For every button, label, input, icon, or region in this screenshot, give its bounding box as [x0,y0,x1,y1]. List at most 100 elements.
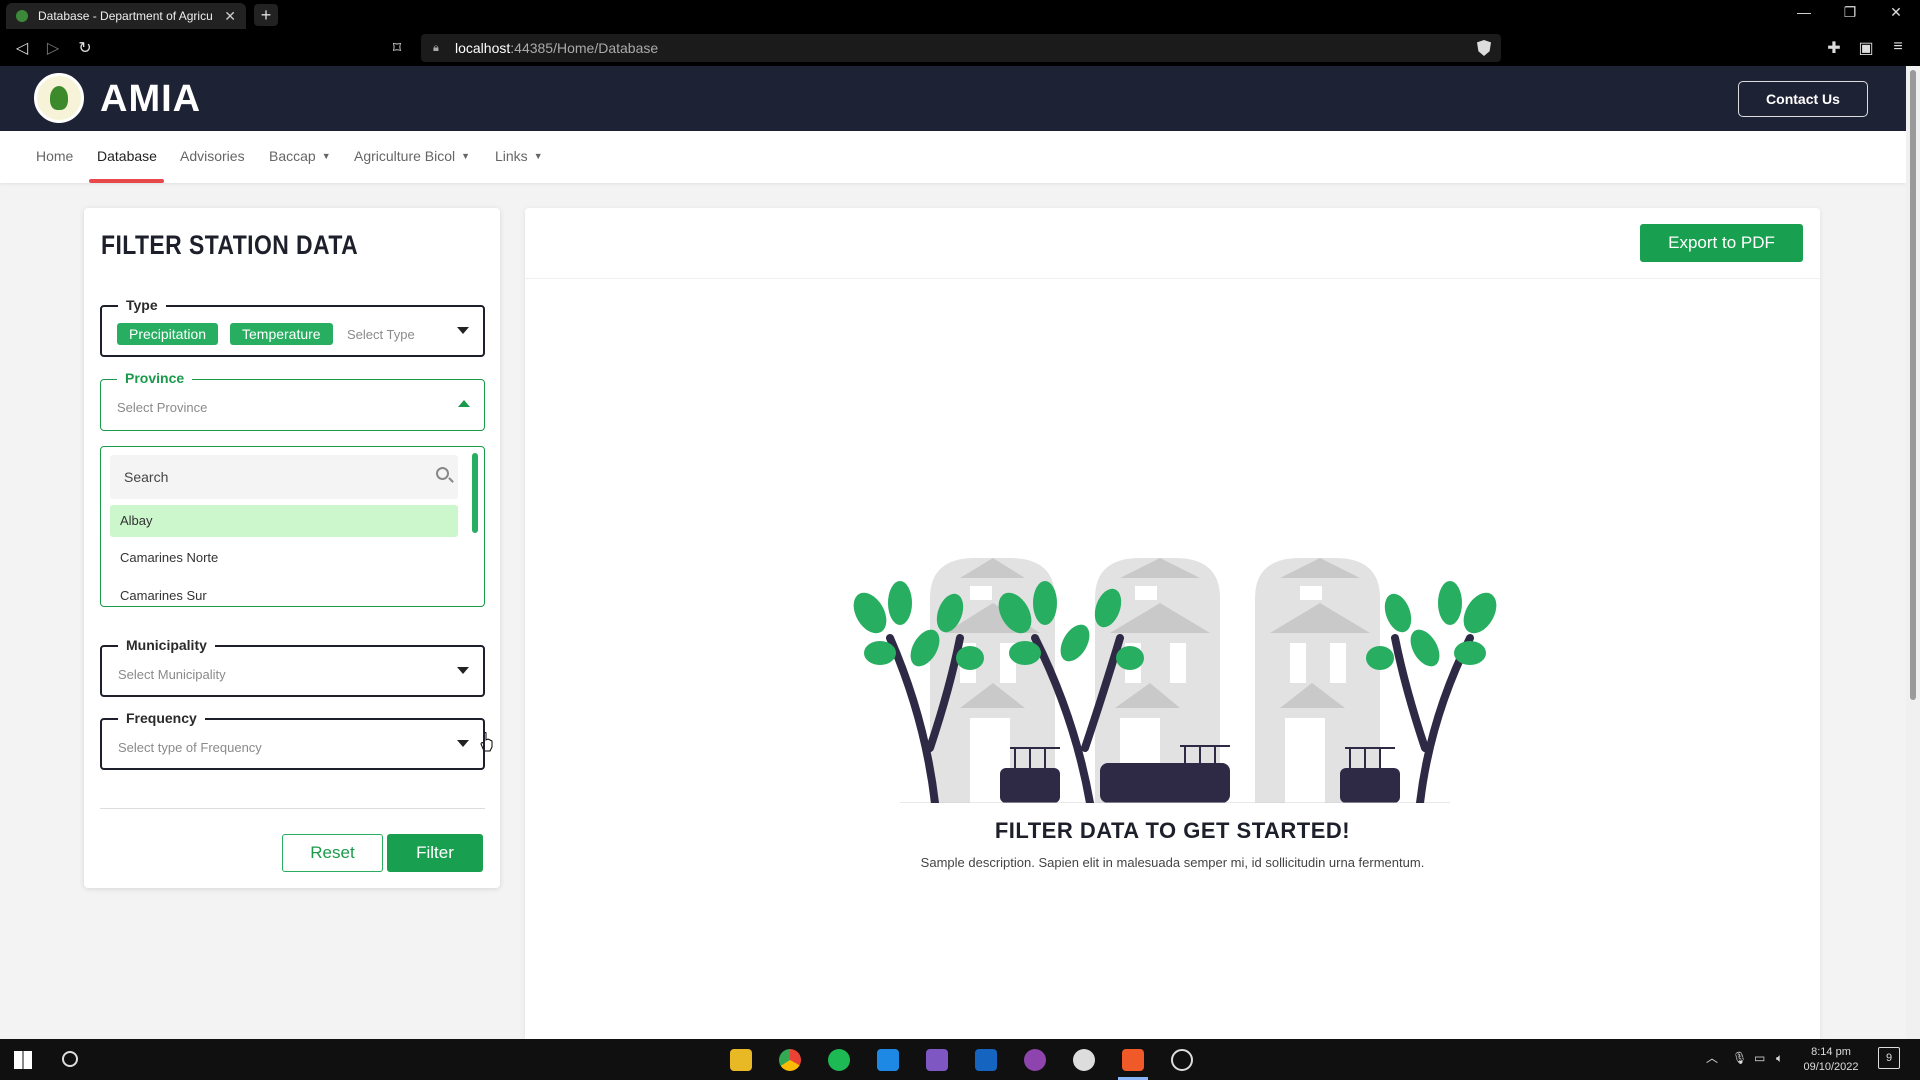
dropdown-scrollbar[interactable] [472,453,478,533]
site-favicon-icon [16,10,28,22]
reload-icon[interactable]: ↻ [75,38,95,58]
municipality-legend: Municipality [118,637,215,653]
minimize-icon[interactable]: — [1782,4,1826,20]
os-taskbar: ︿ 🎙︎ ▭ 🔈︎ 8:14 pm 09/10/2022 9 [0,1039,1920,1080]
brave-browser-icon[interactable] [1122,1049,1144,1071]
province-search-input[interactable] [110,455,458,499]
nav-baccap[interactable]: Baccap ▼ [269,148,331,164]
nav-database-label: Database [97,148,157,164]
page-scrollbar[interactable] [1906,66,1920,1039]
url-host: localhost [455,40,511,56]
divider [100,808,485,809]
agency-logo[interactable] [34,73,84,123]
contact-us-button[interactable]: Contact Us [1738,81,1868,117]
close-tab-icon[interactable]: ✕ [224,8,236,25]
frequency-placeholder: Select type of Frequency [118,740,262,755]
extensions-icon[interactable]: ✚ [1824,38,1844,58]
caret-down-icon: ▼ [533,151,543,161]
lock-icon: 🔒︎ [433,42,439,54]
filter-panel: FILTER STATION DATA Type Precipitation T… [84,208,500,888]
clock-time: 8:14 pm [1811,1046,1851,1058]
province-option[interactable]: Albay [110,505,458,537]
filter-button[interactable]: Filter [387,834,483,872]
nav-links-label: Links [495,148,528,164]
export-pdf-button[interactable]: Export to PDF [1640,224,1803,262]
url-path: :44385/Home/Database [510,40,659,56]
nav-agriculture-bicol-label: Agriculture Bicol [354,148,456,164]
empty-state-description: Sample description. Sapien elit in males… [920,855,1425,870]
powershell-icon[interactable] [975,1049,997,1071]
type-chip[interactable]: Temperature [230,323,333,345]
nav-home[interactable]: Home [36,148,73,164]
brave-shield-icon[interactable] [1477,40,1491,56]
close-window-icon[interactable]: ✕ [1874,4,1918,21]
tray-chevron-icon[interactable]: ︿ [1706,1051,1718,1066]
nav-advisories[interactable]: Advisories [180,148,245,164]
type-select[interactable]: Type Precipitation Temperature Select Ty… [100,297,485,357]
clock[interactable]: 8:14 pm 09/10/2022 [1796,1045,1866,1075]
nav-advisories-label: Advisories [180,148,245,164]
frequency-legend: Frequency [118,710,205,726]
volume-icon[interactable]: 🔈︎ [1776,1051,1783,1066]
type-chip[interactable]: Precipitation [117,323,219,345]
main-nav: Home Database Advisories Baccap ▼ Agricul… [0,131,1906,183]
scrollbar-thumb[interactable] [1910,70,1916,700]
restore-icon[interactable]: ❐ [1828,4,1872,21]
address-bar[interactable]: 🔒︎ localhost:44385/Home/Database [421,34,1501,62]
reset-button[interactable]: Reset [282,834,383,872]
browser-toolbar: ◁ ▷ ↻ ⌑ 🔒︎ localhost:44385/Home/Database… [0,30,1920,66]
province-legend: Province [117,370,193,386]
sidebar-icon[interactable]: ▣ [1856,38,1876,58]
chevron-up-icon[interactable] [458,400,470,407]
chrome-icon[interactable] [779,1049,801,1071]
bookmark-icon[interactable]: ⌑ [387,38,407,58]
divider [525,278,1820,279]
back-icon[interactable]: ◁ [12,38,32,58]
frequency-select[interactable]: Frequency Select type of Frequency [100,710,485,770]
microphone-icon[interactable]: 🎙︎ [1732,1051,1747,1066]
tab-title: Database - Department of Agricu [38,9,213,23]
active-nav-indicator [89,179,164,183]
type-placeholder: Select Type [347,327,415,342]
brand-title[interactable]: AMIA [100,78,201,121]
province-dropdown: Albay Camarines Norte Camarines Sur [100,446,485,607]
province-select[interactable]: Province Select Province [100,370,485,431]
recorder-icon[interactable] [1171,1049,1193,1071]
visual-studio-icon[interactable] [926,1049,948,1071]
notification-count: 9 [1885,1052,1893,1064]
type-legend: Type [118,297,166,313]
municipality-select[interactable]: Municipality Select Municipality [100,637,485,697]
menu-icon[interactable]: ≡ [1888,38,1908,56]
caret-down-icon: ▼ [321,151,331,161]
nav-database[interactable]: Database [97,148,157,164]
notification-center-icon[interactable]: 9 [1878,1047,1900,1069]
new-tab-button[interactable]: + [254,4,278,26]
clock-date: 09/10/2022 [1803,1061,1859,1073]
caret-down-icon: ▼ [461,151,471,161]
province-option[interactable]: Camarines Norte [110,542,458,574]
nav-baccap-label: Baccap [269,148,316,164]
chevron-down-icon[interactable] [457,327,469,334]
nav-links[interactable]: Links ▼ [495,148,543,164]
browser-tab[interactable]: Database - Department of Agricu ✕ [6,3,246,29]
windows-start-icon[interactable] [14,1051,32,1069]
forward-icon[interactable]: ▷ [43,38,63,58]
file-explorer-icon[interactable] [730,1049,752,1071]
app-icon[interactable] [1073,1049,1095,1071]
nav-agriculture-bicol[interactable]: Agriculture Bicol ▼ [354,148,470,164]
chevron-down-icon[interactable] [457,667,469,674]
province-placeholder: Select Province [117,400,208,415]
network-icon[interactable]: ▭ [1754,1051,1765,1066]
spotify-icon[interactable] [828,1049,850,1071]
search-icon [436,467,449,480]
browser-tab-bar: Database - Department of Agricu ✕ + — ❐ … [0,0,1920,30]
results-panel: Export to PDF FILTER DATA TO GET STARTED… [525,208,1820,1039]
search-icon[interactable] [62,1051,78,1067]
vscode-icon[interactable] [877,1049,899,1071]
app-header: AMIA Contact Us [0,66,1906,131]
github-desktop-icon[interactable] [1024,1049,1046,1071]
nav-home-label: Home [36,148,74,164]
filter-panel-title: FILTER STATION DATA [101,230,359,260]
province-option[interactable]: Camarines Sur [110,580,458,606]
chevron-down-icon[interactable] [457,740,469,747]
